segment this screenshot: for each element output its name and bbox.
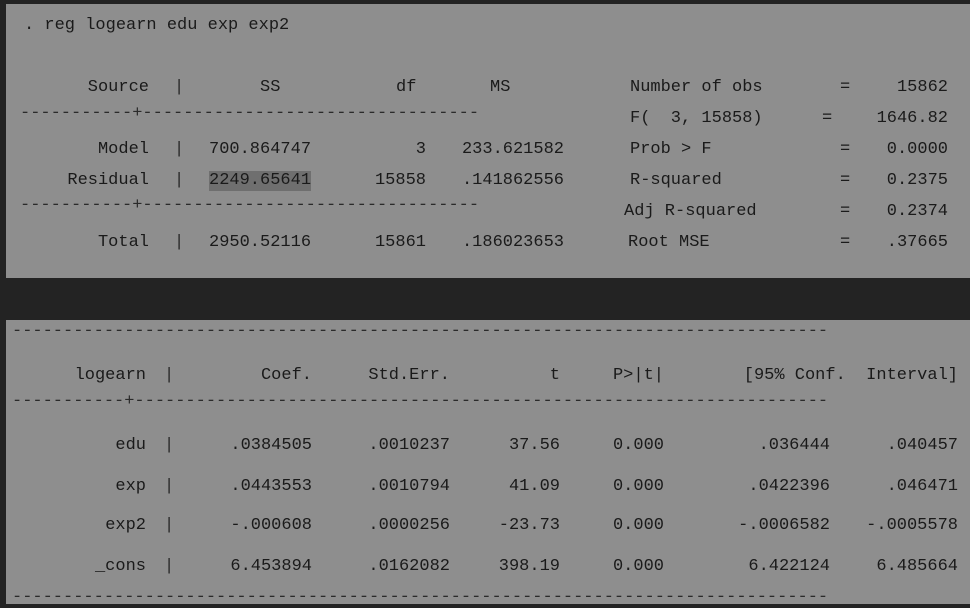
column-separator: | bbox=[174, 233, 185, 252]
row-coef[interactable]: .0384505 bbox=[196, 436, 312, 456]
stat-value[interactable]: 0.2375 bbox=[852, 171, 948, 191]
row-source: Model bbox=[97, 140, 149, 159]
row-p[interactable]: 0.000 bbox=[586, 477, 664, 497]
separator-line: -----------+----------------------------… bbox=[20, 104, 480, 123]
header-depvar: logearn bbox=[74, 366, 146, 385]
row-ss-selected[interactable]: 2249.65641 bbox=[209, 171, 312, 191]
column-separator: | bbox=[164, 477, 175, 496]
row-df[interactable]: 3 bbox=[346, 140, 426, 160]
header-p: P>|t| bbox=[612, 366, 664, 385]
row-variable: edu bbox=[115, 436, 146, 455]
row-ci-lower[interactable]: -.0006582 bbox=[710, 516, 830, 536]
header-stderr: Std.Err. bbox=[368, 366, 450, 385]
coefficient-output-panel: ----------------------------------------… bbox=[6, 320, 970, 607]
column-separator: | bbox=[164, 436, 175, 455]
stat-equals: = bbox=[822, 109, 833, 128]
row-ci-lower[interactable]: .036444 bbox=[710, 436, 830, 456]
stat-label: Root MSE bbox=[628, 233, 710, 252]
separator-line: -----------+----------------------------… bbox=[12, 392, 829, 411]
row-stderr[interactable]: .0010237 bbox=[336, 436, 450, 456]
row-ms[interactable]: .186023653 bbox=[434, 233, 564, 253]
stat-equals: = bbox=[840, 78, 851, 97]
row-ci-upper[interactable]: -.0005578 bbox=[840, 516, 958, 536]
stat-value[interactable]: 15862 bbox=[852, 78, 948, 98]
row-stderr[interactable]: .0010794 bbox=[336, 477, 450, 497]
stat-value[interactable]: 1646.82 bbox=[852, 109, 948, 129]
stat-label: F( 3, 15858) bbox=[630, 109, 763, 128]
row-ci-upper[interactable]: 6.485664 bbox=[840, 557, 958, 577]
row-t[interactable]: 41.09 bbox=[476, 477, 560, 497]
row-coef[interactable]: -.000608 bbox=[196, 516, 312, 536]
row-df[interactable]: 15858 bbox=[346, 171, 426, 191]
row-df[interactable]: 15861 bbox=[346, 233, 426, 253]
stat-value[interactable]: 0.2374 bbox=[852, 202, 948, 222]
row-ss[interactable]: 2950.52116 bbox=[209, 233, 311, 253]
row-ms[interactable]: .141862556 bbox=[434, 171, 564, 191]
stat-equals: = bbox=[840, 140, 851, 159]
column-separator: | bbox=[174, 140, 185, 159]
row-source: Residual bbox=[67, 171, 149, 190]
command-line[interactable]: . reg logearn edu exp exp2 bbox=[24, 16, 289, 36]
header-ms: MS bbox=[490, 78, 511, 97]
stat-label: R-squared bbox=[630, 171, 722, 190]
row-variable: exp2 bbox=[105, 516, 146, 535]
row-variable: exp bbox=[115, 477, 146, 496]
row-stderr[interactable]: .0000256 bbox=[336, 516, 450, 536]
row-ci-lower[interactable]: .0422396 bbox=[710, 477, 830, 497]
header-source: Source bbox=[87, 78, 149, 97]
stat-label: Adj R-squared bbox=[624, 202, 757, 221]
stat-equals: = bbox=[840, 202, 851, 221]
row-p[interactable]: 0.000 bbox=[586, 436, 664, 456]
header-conf-interval: [95% Conf. Interval] bbox=[743, 366, 958, 385]
row-coef[interactable]: 6.453894 bbox=[196, 557, 312, 577]
row-ci-upper[interactable]: .046471 bbox=[840, 477, 958, 497]
header-t: t bbox=[549, 366, 560, 385]
anova-output-panel: . reg logearn edu exp exp2 Source | SS d… bbox=[6, 4, 970, 278]
row-ms[interactable]: 233.621582 bbox=[434, 140, 564, 160]
separator-line: ----------------------------------------… bbox=[12, 322, 829, 341]
stat-equals: = bbox=[840, 233, 851, 252]
row-source: Total bbox=[97, 233, 149, 252]
column-separator: | bbox=[164, 516, 175, 535]
column-separator: | bbox=[174, 78, 185, 97]
row-variable: _cons bbox=[94, 557, 146, 576]
stat-equals: = bbox=[840, 171, 851, 190]
column-separator: | bbox=[164, 366, 175, 385]
column-separator: | bbox=[164, 557, 175, 576]
separator-line: ----------------------------------------… bbox=[12, 588, 829, 607]
row-t[interactable]: 37.56 bbox=[476, 436, 560, 456]
header-df: df bbox=[396, 78, 417, 97]
row-stderr[interactable]: .0162082 bbox=[336, 557, 450, 577]
row-ss[interactable]: 700.864747 bbox=[209, 140, 311, 160]
row-p[interactable]: 0.000 bbox=[586, 557, 664, 577]
row-ci-upper[interactable]: .040457 bbox=[840, 436, 958, 456]
stat-value[interactable]: 0.0000 bbox=[852, 140, 948, 160]
header-coef: Coef. bbox=[260, 366, 312, 385]
separator-line: -----------+----------------------------… bbox=[20, 196, 480, 215]
row-t[interactable]: 398.19 bbox=[476, 557, 560, 577]
header-ss: SS bbox=[260, 78, 281, 97]
row-t[interactable]: -23.73 bbox=[476, 516, 560, 536]
row-p[interactable]: 0.000 bbox=[586, 516, 664, 536]
stat-label: Number of obs bbox=[630, 78, 763, 97]
stat-label: Prob > F bbox=[630, 140, 712, 159]
row-coef[interactable]: .0443553 bbox=[196, 477, 312, 497]
row-ci-lower[interactable]: 6.422124 bbox=[710, 557, 830, 577]
stat-value[interactable]: .37665 bbox=[852, 233, 948, 253]
column-separator: | bbox=[174, 171, 185, 190]
